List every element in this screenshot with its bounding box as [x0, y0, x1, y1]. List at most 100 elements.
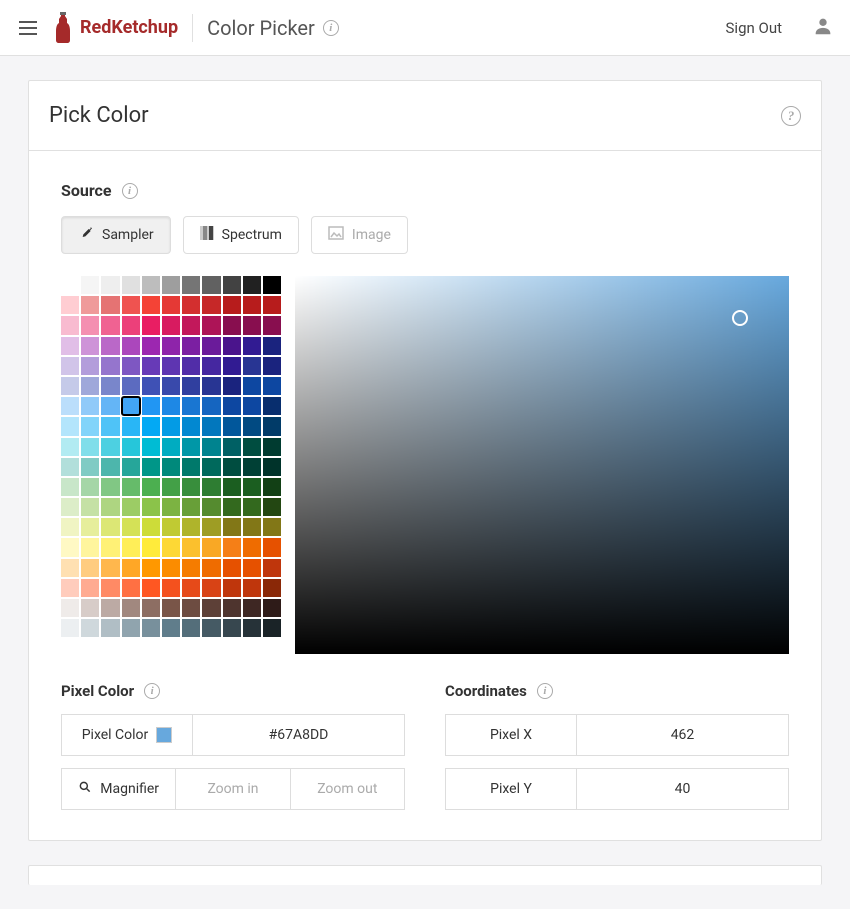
palette-cell[interactable] [61, 296, 79, 314]
palette-cell[interactable] [61, 559, 79, 577]
palette-cell[interactable] [243, 559, 261, 577]
palette-cell[interactable] [243, 316, 261, 334]
palette-cell[interactable] [162, 619, 180, 637]
palette-cell[interactable] [101, 579, 119, 597]
palette-cell[interactable] [61, 458, 79, 476]
palette-cell[interactable] [142, 337, 160, 355]
palette-cell[interactable] [202, 276, 220, 294]
palette-cell[interactable] [202, 337, 220, 355]
palette-cell[interactable] [81, 316, 99, 334]
palette-cell[interactable] [122, 619, 140, 637]
palette-cell[interactable] [101, 357, 119, 375]
palette-cell[interactable] [81, 498, 99, 516]
palette-cell[interactable] [202, 619, 220, 637]
palette-cell[interactable] [223, 357, 241, 375]
palette-cell[interactable] [142, 579, 160, 597]
palette-cell[interactable] [162, 498, 180, 516]
palette-cell[interactable] [122, 296, 140, 314]
palette-cell[interactable] [81, 357, 99, 375]
palette-cell[interactable] [61, 377, 79, 395]
palette-cell[interactable] [182, 357, 200, 375]
palette-cell[interactable] [81, 397, 99, 415]
palette-cell[interactable] [223, 579, 241, 597]
palette-cell[interactable] [162, 337, 180, 355]
palette-cell[interactable] [223, 337, 241, 355]
pixel-x-value[interactable]: 462 [577, 714, 789, 756]
palette-cell[interactable] [182, 377, 200, 395]
palette-cell[interactable] [263, 538, 281, 556]
palette-cell[interactable] [61, 599, 79, 617]
palette-cell[interactable] [122, 478, 140, 496]
palette-cell[interactable] [81, 478, 99, 496]
palette-cell[interactable] [81, 518, 99, 536]
palette-cell[interactable] [101, 438, 119, 456]
palette-cell[interactable] [263, 498, 281, 516]
palette-cell[interactable] [182, 599, 200, 617]
palette-cell[interactable] [81, 538, 99, 556]
palette-cell[interactable] [61, 357, 79, 375]
palette-cell[interactable] [263, 337, 281, 355]
palette-cell[interactable] [202, 458, 220, 476]
palette-cell[interactable] [122, 458, 140, 476]
palette-cell[interactable] [182, 478, 200, 496]
palette-cell[interactable] [162, 316, 180, 334]
palette-cell[interactable] [162, 438, 180, 456]
palette-cell[interactable] [243, 357, 261, 375]
palette-cell[interactable] [101, 276, 119, 294]
zoom-in-button[interactable]: Zoom in [176, 768, 290, 810]
palette-cell[interactable] [202, 478, 220, 496]
palette-cell[interactable] [81, 417, 99, 435]
palette-cell[interactable] [81, 438, 99, 456]
palette-cell[interactable] [81, 458, 99, 476]
palette-cell[interactable] [202, 357, 220, 375]
source-sampler-button[interactable]: Sampler [61, 216, 171, 254]
palette-cell[interactable] [223, 417, 241, 435]
palette-cell[interactable] [122, 599, 140, 617]
palette-cell[interactable] [122, 559, 140, 577]
palette-cell[interactable] [122, 518, 140, 536]
pixel-color-value[interactable]: #67A8DD [193, 714, 405, 756]
palette-cell[interactable] [182, 458, 200, 476]
palette-cell[interactable] [101, 337, 119, 355]
palette-cell[interactable] [263, 599, 281, 617]
palette-cell[interactable] [223, 599, 241, 617]
palette-cell[interactable] [101, 458, 119, 476]
palette-cell[interactable] [61, 498, 79, 516]
palette-cell[interactable] [142, 377, 160, 395]
palette-cell[interactable] [122, 417, 140, 435]
info-icon[interactable]: i [144, 683, 160, 699]
palette-cell[interactable] [202, 316, 220, 334]
palette-cell[interactable] [223, 518, 241, 536]
palette-cell[interactable] [142, 478, 160, 496]
palette-cell[interactable] [61, 397, 79, 415]
palette-cell[interactable] [101, 417, 119, 435]
palette-cell[interactable] [101, 397, 119, 415]
palette-cell[interactable] [81, 276, 99, 294]
palette-cell[interactable] [223, 458, 241, 476]
palette-cell[interactable] [182, 498, 200, 516]
palette-cell[interactable] [223, 478, 241, 496]
palette-cell[interactable] [223, 498, 241, 516]
palette-cell[interactable] [243, 417, 261, 435]
palette-cell[interactable] [101, 518, 119, 536]
palette-cell[interactable] [263, 397, 281, 415]
gradient-selector[interactable] [732, 310, 748, 326]
palette-cell[interactable] [263, 478, 281, 496]
palette-cell[interactable] [101, 316, 119, 334]
palette-cell[interactable] [263, 316, 281, 334]
palette-cell[interactable] [243, 599, 261, 617]
palette-cell[interactable] [182, 559, 200, 577]
info-icon[interactable]: i [122, 183, 138, 199]
source-spectrum-button[interactable]: Spectrum [183, 216, 299, 254]
palette-cell[interactable] [61, 316, 79, 334]
palette-cell[interactable] [142, 498, 160, 516]
palette-cell[interactable] [162, 276, 180, 294]
palette-cell[interactable] [81, 599, 99, 617]
palette-cell[interactable] [202, 579, 220, 597]
palette-cell[interactable] [182, 337, 200, 355]
palette-cell[interactable] [182, 579, 200, 597]
palette-cell[interactable] [182, 619, 200, 637]
palette-cell[interactable] [182, 417, 200, 435]
palette-cell[interactable] [263, 438, 281, 456]
palette-cell[interactable] [182, 538, 200, 556]
